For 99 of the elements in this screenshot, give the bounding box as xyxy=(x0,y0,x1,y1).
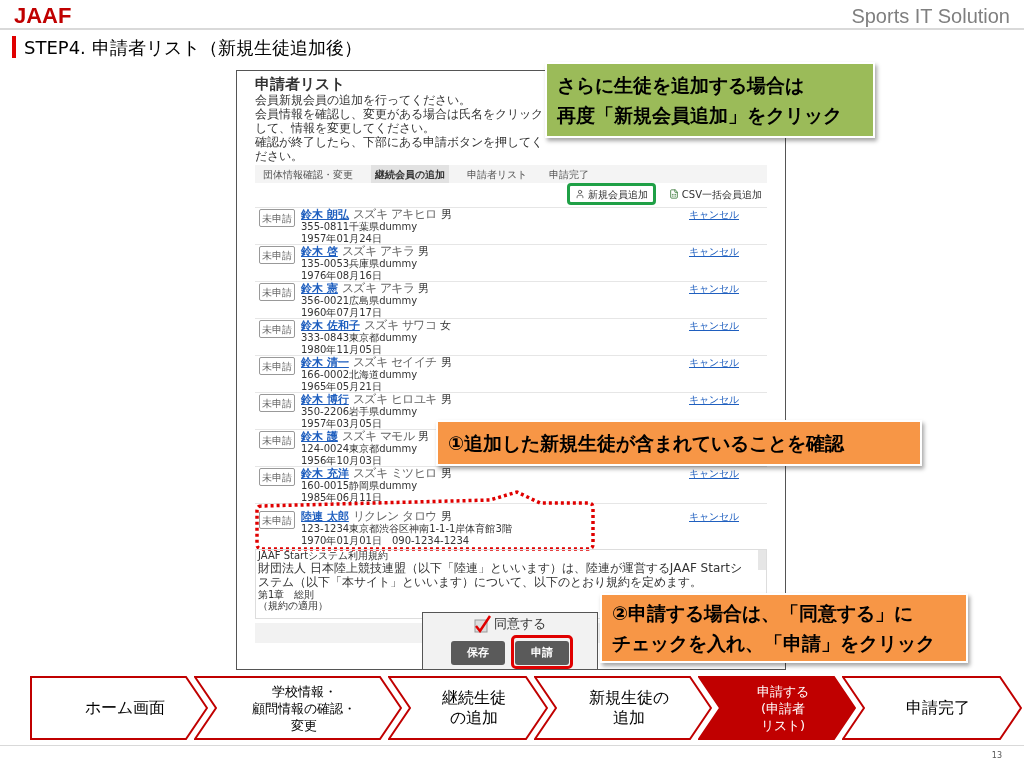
member-name-link[interactable]: 鈴木 朗弘 xyxy=(301,209,349,221)
submit-button[interactable]: 申請 xyxy=(515,640,569,665)
save-button[interactable]: 保存 xyxy=(451,640,505,665)
cancel-link[interactable]: キャンセル xyxy=(689,282,739,295)
cancel-link[interactable]: キャンセル xyxy=(689,356,739,369)
member-birthdate: 1960年07月17日 xyxy=(301,307,382,319)
title-marker xyxy=(12,36,16,58)
member-name-link[interactable]: 鈴木 佐和子 xyxy=(301,320,360,332)
status-label: 未申請 xyxy=(259,468,295,486)
member-kana: スズキ ミツヒロ xyxy=(352,467,437,479)
status-label: 未申請 xyxy=(259,394,295,412)
member-birthdate: 1957年01月24日 xyxy=(301,233,382,245)
status-label: 未申請 xyxy=(259,511,295,529)
flow-step: 申請する (申請者 リスト) xyxy=(698,676,856,740)
spreadsheet-icon xyxy=(668,189,679,199)
member-sex: 男 xyxy=(418,431,430,443)
terms-title: JAAF Startシステム利用規約 xyxy=(258,550,389,561)
breadcrumb-step: 継続会員の追加 xyxy=(371,165,449,183)
member-birthdate: 1965年05月21日 xyxy=(301,381,382,393)
terms-text: 財団法人 日本陸上競技連盟（以下「陸連」といいます）は、陸連が運営するJAAF Startシステム（以下「本サイト」といいます）について、以下のとおり規約を定めます。 xyxy=(258,561,743,589)
flow-step: 申請完了 xyxy=(842,676,1022,740)
status-label: 未申請 xyxy=(259,209,295,227)
flow-step: 学校情報・ 顧問情報の確認・ 変更 xyxy=(194,676,402,740)
member-sex: 男 xyxy=(418,246,430,258)
intro-text: 会員新規会員の追加を行ってください。 xyxy=(255,93,471,107)
person-icon xyxy=(574,189,585,199)
status-label: 未申請 xyxy=(259,320,295,338)
member-name-link[interactable]: 鈴木 充洋 xyxy=(301,468,349,480)
intro-text: 会員情報を確認し、変更がある場合は氏名をクリックして、情報を変更してください。 xyxy=(255,107,543,135)
member-phone: 090-1234-1234 xyxy=(391,535,470,547)
member-address: 355-0811千葉県dummy xyxy=(301,221,418,233)
member-kana: スズキ アキヒロ xyxy=(352,208,437,220)
member-name-link[interactable]: 鈴木 憲 xyxy=(301,283,338,295)
member-birthdate: 1956年10月03日 xyxy=(301,455,382,467)
callout-text: チェックを入れ、「申請」をクリック xyxy=(612,631,935,656)
member-address: 124-0024東京都dummy xyxy=(301,443,418,455)
member-sex: 男 xyxy=(440,357,452,369)
consent-checkbox[interactable] xyxy=(474,614,492,633)
member-birthdate: 1985年06月11日 xyxy=(301,492,382,504)
callout-text: 再度「新規会員追加」をクリック xyxy=(557,103,842,128)
terms-chapter: 第1章 総則 xyxy=(258,589,315,600)
member-name-link[interactable]: 鈴木 護 xyxy=(301,431,338,443)
member-kana: リクレン タロウ xyxy=(352,510,437,522)
page-number: 13 xyxy=(991,750,1002,762)
logo: JAAF xyxy=(14,4,72,28)
callout-text: ②申請する場合は、「同意する」に xyxy=(612,601,914,626)
add-member-button[interactable]: 新規会員追加 xyxy=(566,183,656,205)
page-heading: 申請者リスト xyxy=(255,75,345,93)
slide-title: STEP4. 申請者リスト（新規生徒追加後） xyxy=(24,35,362,60)
member-sex: 男 xyxy=(440,209,452,221)
member-kana: スズキ アキラ xyxy=(341,282,415,294)
callout-text: さらに生徒を追加する場合は xyxy=(557,73,804,98)
cancel-link[interactable]: キャンセル xyxy=(689,510,739,523)
member-name-link[interactable]: 鈴木 博行 xyxy=(301,394,349,406)
member-address: 123-1234東京都渋谷区神南1-1-1岸体育館3階 xyxy=(301,523,512,535)
member-address: 356-0021広島県dummy xyxy=(301,295,418,307)
flow-step: ホーム画面 xyxy=(30,676,208,740)
member-sex: 男 xyxy=(418,283,430,295)
member-birthdate: 1976年08月16日 xyxy=(301,270,382,282)
member-address: 166-0002北海道dummy xyxy=(301,369,418,381)
cancel-link[interactable]: キャンセル xyxy=(689,245,739,258)
member-address: 350-2206岩手県dummy xyxy=(301,406,418,418)
member-kana: スズキ ヒロユキ xyxy=(352,393,437,405)
csv-import-button[interactable]: CSV一括会員追加 xyxy=(663,183,767,205)
terms-article: （規約の適用） xyxy=(258,600,328,611)
breadcrumb-step: 申請者リスト xyxy=(463,165,531,183)
status-label: 未申請 xyxy=(259,431,295,449)
flow-step: 継続生徒 の追加 xyxy=(388,676,548,740)
member-kana: スズキ サワコ xyxy=(363,319,437,331)
status-label: 未申請 xyxy=(259,283,295,301)
member-kana: スズキ アキラ xyxy=(341,245,415,257)
status-label: 未申請 xyxy=(259,246,295,264)
cancel-link[interactable]: キャンセル xyxy=(689,467,739,480)
breadcrumb-step: 団体情報確認・変更 xyxy=(259,165,357,183)
cancel-link[interactable]: キャンセル xyxy=(689,319,739,332)
status-label: 未申請 xyxy=(259,357,295,375)
flow-step: 新規生徒の 追加 xyxy=(534,676,712,740)
member-kana: スズキ マモル xyxy=(341,430,415,442)
cancel-link[interactable]: キャンセル xyxy=(689,393,739,406)
member-name-link[interactable]: 陸連 太郎 xyxy=(301,511,349,523)
member-sex: 男 xyxy=(440,511,452,523)
cancel-link[interactable]: キャンセル xyxy=(689,208,739,221)
member-birthdate: 1980年11月05日 xyxy=(301,344,382,356)
intro-text: 確認が終了したら、下部にある申請ボタンを押してください。 xyxy=(255,135,543,163)
member-sex: 男 xyxy=(440,468,452,480)
member-birthdate: 1970年01月01日 xyxy=(301,535,382,547)
consent-label: 同意する xyxy=(494,615,546,633)
callout-text: ①追加した新規生徒が含まれていることを確認 xyxy=(448,431,845,456)
member-sex: 男 xyxy=(440,394,452,406)
member-address: 333-0843東京都dummy xyxy=(301,332,418,344)
breadcrumb-step: 申請完了 xyxy=(545,165,593,183)
member-address: 160-0015静岡県dummy xyxy=(301,480,418,492)
member-kana: スズキ セイイチ xyxy=(352,356,437,368)
member-birthdate: 1957年03月05日 xyxy=(301,418,382,430)
member-name-link[interactable]: 鈴木 啓 xyxy=(301,246,338,258)
member-address: 135-0053兵庫県dummy xyxy=(301,258,418,270)
member-sex: 女 xyxy=(440,320,452,332)
brand-text: Sports IT Solution xyxy=(851,4,1010,28)
member-name-link[interactable]: 鈴木 清一 xyxy=(301,357,349,369)
